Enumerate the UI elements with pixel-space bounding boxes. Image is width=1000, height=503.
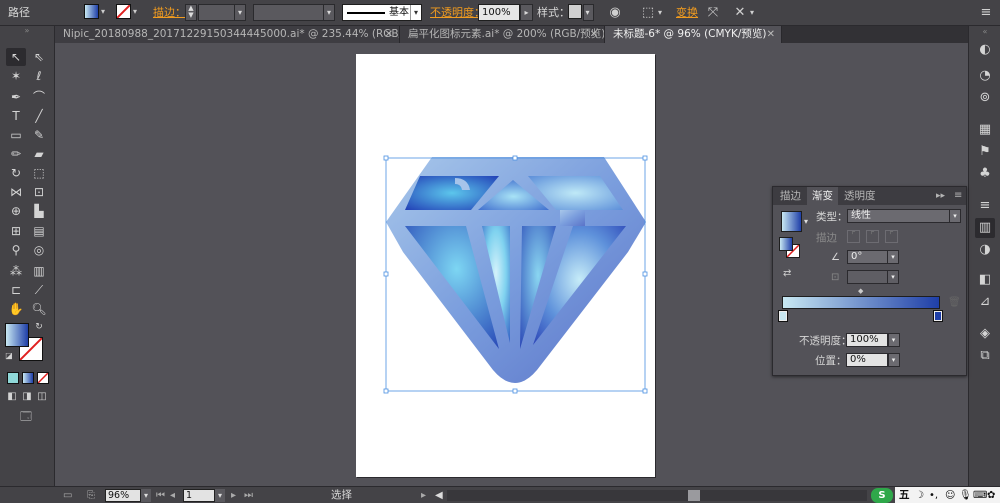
gradient-type-value: 线性: [851, 210, 871, 221]
stroke-within-icon[interactable]: ⌜: [847, 230, 860, 243]
artboard-nav-icon[interactable]: ▭: [63, 487, 72, 503]
panel-menu-icon[interactable]: ≡: [949, 187, 967, 205]
gradient-stop-start[interactable]: [778, 310, 788, 322]
chevron-down-icon: ▾: [887, 251, 898, 263]
ime-logo-icon[interactable]: S: [871, 488, 893, 503]
stop-position-input[interactable]: 0%: [846, 353, 888, 367]
fill-color-box[interactable]: [5, 323, 29, 347]
type-label: 类型：: [816, 211, 848, 223]
gradient-thumbnail[interactable]: [781, 211, 802, 232]
scroll-left-icon[interactable]: ◀: [435, 487, 443, 503]
next-artboard-icon[interactable]: ▸: [231, 487, 236, 503]
chevron-down-icon: ▾: [887, 271, 898, 283]
aspect-ratio-icon: ⊡: [831, 272, 840, 283]
opacity-label: 不透明度：: [799, 335, 852, 347]
gradient-slider[interactable]: [782, 296, 940, 309]
first-artboard-icon[interactable]: ⏮︎: [156, 487, 165, 503]
moon-icon[interactable]: ☽: [915, 487, 924, 503]
chevron-down-icon[interactable]: ▾: [141, 489, 151, 502]
prev-artboard-icon[interactable]: ◂: [170, 487, 175, 503]
punctuation-icon[interactable]: •,: [929, 487, 938, 503]
keyboard-icon[interactable]: ⌨: [973, 487, 987, 503]
stroke-along-icon[interactable]: ⌜: [866, 230, 879, 243]
scrollbar-thumb[interactable]: [688, 490, 700, 501]
stop-position-dropdown[interactable]: ▾: [888, 353, 900, 367]
tab-transparency[interactable]: 透明度: [839, 187, 881, 205]
microphone-icon[interactable]: 🎙︎: [959, 487, 972, 503]
zoom-input[interactable]: 96%: [105, 489, 141, 502]
current-tool-label: 选择: [331, 489, 352, 501]
status-corner: [0, 486, 55, 503]
status-bar: ▭ ⎘ 96% ▾ ⏮︎ ◂ 1 ▾ ▸ ⏭︎ 选择 ▸ ◀ S 五 ☽ •, …: [55, 486, 1000, 503]
export-icon[interactable]: ⎘: [87, 487, 95, 503]
aspect-ratio-dropdown[interactable]: ▾: [847, 270, 899, 284]
stroke-across-icon[interactable]: ⌜: [885, 230, 898, 243]
midpoint-diamond-icon[interactable]: ◆: [858, 287, 863, 295]
position-label: 位置：: [815, 355, 847, 367]
last-artboard-icon[interactable]: ⏭︎: [244, 487, 253, 503]
fill-indicator[interactable]: [779, 237, 793, 251]
gradient-type-dropdown[interactable]: 线性 ▾: [847, 209, 961, 223]
ime-mode-label[interactable]: 五: [899, 487, 910, 503]
chevron-down-icon: ▾: [949, 210, 960, 222]
horizontal-scrollbar[interactable]: [447, 490, 867, 501]
emoji-icon[interactable]: ☺: [945, 487, 955, 503]
gradient-stop-end[interactable]: [933, 310, 943, 322]
stroke-label: 描边: [816, 232, 837, 244]
stop-opacity-input[interactable]: 100%: [846, 333, 888, 347]
chevron-down-icon[interactable]: ▾: [804, 217, 808, 226]
chevron-down-icon: ▾: [891, 356, 896, 364]
reverse-gradient-icon[interactable]: ⇄: [783, 268, 791, 279]
tab-gradient[interactable]: 渐变: [807, 187, 838, 205]
angle-dropdown[interactable]: 0° ▾: [847, 250, 899, 264]
chevron-right-icon[interactable]: ▸: [421, 487, 426, 503]
stop-opacity-dropdown[interactable]: ▾: [888, 333, 900, 347]
delete-stop-icon[interactable]: 🗑︎: [948, 297, 961, 308]
gradient-panel: 描边 渐变 透明度 ▸▸ ≡ ▾ 类型： 线性 ▾ 描边 ⌜ ⌜ ⌜ ∠ 0° …: [772, 186, 967, 376]
angle-icon: ∠: [831, 252, 840, 263]
chevron-down-icon[interactable]: ▾: [215, 489, 225, 502]
chevron-right-icon[interactable]: ▸▸: [931, 187, 950, 205]
ime-toolbar: 五 ☽ •, ☺ 🎙︎ ⌨ ✿: [895, 487, 1000, 503]
diamond-artwork[interactable]: [386, 157, 646, 383]
chevron-down-icon: ▾: [891, 336, 896, 344]
angle-value: 0°: [851, 251, 863, 262]
artboard-number-input[interactable]: 1: [183, 489, 215, 502]
gradient-panel-tabs: 描边 渐变 透明度 ▸▸ ≡: [773, 187, 966, 205]
tab-stroke[interactable]: 描边: [775, 187, 806, 205]
skin-icon[interactable]: ✿: [987, 487, 995, 503]
